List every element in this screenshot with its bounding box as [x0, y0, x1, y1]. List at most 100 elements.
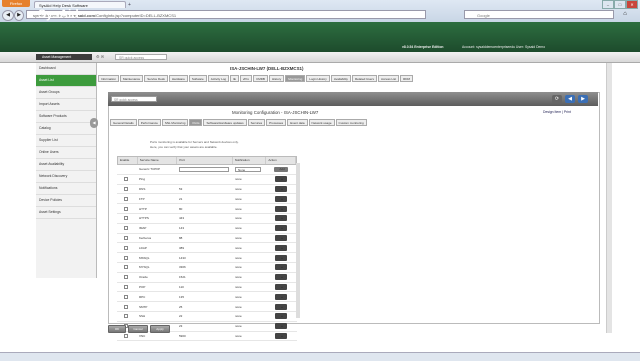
enable-checkbox[interactable] [124, 314, 128, 319]
tab-cmdb[interactable]: CMDB [253, 75, 268, 82]
sidebar-item-software-products[interactable]: Software Products [36, 111, 96, 123]
module-selector[interactable]: Asset Management [36, 54, 92, 60]
sidebar-item-dashboard[interactable]: Dashboard [36, 63, 96, 75]
monitor-tab-software-hardware-updates[interactable]: Software/Hardware updates [203, 119, 247, 126]
home-icon[interactable]: ⌂ [620, 10, 630, 19]
action-icon[interactable]: ▲ [275, 313, 287, 320]
action-icon[interactable]: ▲ [275, 244, 287, 251]
ok-button[interactable]: OK [108, 325, 126, 333]
port-number: 25 [179, 304, 183, 309]
monitor-tab-event-data[interactable]: Event data [287, 119, 308, 126]
tab-hardware[interactable]: Hardware [168, 75, 188, 82]
sidebar-item-online-users[interactable]: Online Users [36, 147, 96, 159]
sidebar-item-asset-groups[interactable]: Asset Groups [36, 87, 96, 99]
action-icon[interactable]: ▲ [275, 215, 287, 222]
tab-monitoring[interactable]: Monitoring [285, 75, 306, 82]
new-tab-button[interactable]: + [128, 2, 134, 8]
action-icon[interactable]: ▲ [275, 205, 287, 212]
enable-checkbox[interactable] [124, 235, 128, 240]
tab-history[interactable]: History [268, 75, 285, 82]
panel-quick-access-input[interactable]: SR quick access [111, 96, 157, 102]
sidebar-item-asset-list[interactable]: Asset List [36, 75, 96, 87]
monitor-tab-services[interactable]: Services [247, 119, 266, 126]
maximize-button[interactable]: □ [614, 0, 626, 9]
action-icon[interactable]: ▲ [275, 254, 287, 261]
monitor-tab-custom-monitoring[interactable]: Custom monitoring [335, 119, 367, 126]
back-icon[interactable]: ◀ [2, 10, 14, 21]
sidebar-item-asset-availability[interactable]: Asset Availability [36, 159, 96, 171]
enable-checkbox[interactable] [124, 177, 128, 182]
action-icon[interactable]: ▲ [275, 185, 287, 192]
custom-notification-select[interactable]: None [235, 166, 261, 172]
monitor-tab-performance[interactable]: Performance [137, 119, 161, 126]
action-icon[interactable]: ▲ [275, 283, 287, 290]
action-icon[interactable]: ▲ [275, 176, 287, 183]
firefox-menu-button[interactable]: Firefox [2, 0, 30, 7]
panel-design-print-links[interactable]: Design Item | Print [543, 110, 571, 114]
tab-rdm[interactable]: RDM [400, 75, 413, 82]
action-icon[interactable]: ▲ [275, 332, 287, 339]
action-icon[interactable]: ▲ [275, 195, 287, 202]
sidebar-item-notifications[interactable]: Notifications [36, 183, 96, 195]
add-port-button[interactable]: Add [274, 166, 288, 172]
quick-access-input[interactable]: SR quick access [115, 54, 167, 60]
enable-checkbox[interactable] [124, 245, 128, 250]
action-icon[interactable]: ▲ [275, 293, 287, 300]
action-icon[interactable]: ▲ [275, 225, 287, 232]
forward-icon[interactable]: ▶ [14, 10, 24, 21]
search-input[interactable]: Google [464, 10, 614, 19]
monitor-tab-ports[interactable]: Ports [189, 119, 203, 126]
sidebar-collapse-icon[interactable]: ◀ [90, 118, 98, 128]
enable-checkbox[interactable] [124, 304, 128, 309]
tab-information[interactable]: Information [98, 75, 120, 82]
apply-button[interactable]: Apply [150, 325, 170, 333]
sidebar-item-device-policies[interactable]: Device Policies [36, 195, 96, 207]
enable-checkbox[interactable] [124, 275, 128, 280]
enable-checkbox[interactable] [124, 333, 128, 338]
action-icon[interactable]: ▲ [275, 274, 287, 281]
enable-checkbox[interactable] [124, 265, 128, 270]
action-icon[interactable]: ▲ [275, 234, 287, 241]
tab-service-desk[interactable]: Service Desk [144, 75, 168, 82]
monitor-tab-snl-monitoring[interactable]: SNL Monitoring [161, 119, 189, 126]
back-arrow-icon[interactable]: ◀ [565, 95, 575, 103]
tab-software[interactable]: Software [188, 75, 207, 82]
tab-activity-log[interactable]: Activity Log [207, 75, 230, 82]
main-scrollbar[interactable] [606, 63, 612, 333]
enable-checkbox[interactable] [124, 255, 128, 260]
enable-checkbox[interactable] [124, 294, 128, 299]
tab-maintenance[interactable]: Maintenance [120, 75, 144, 82]
tab-ie[interactable]: IE [230, 75, 239, 82]
sidebar-item-catalog[interactable]: Catalog [36, 123, 96, 135]
enable-checkbox[interactable] [124, 196, 128, 201]
tab-vpro[interactable]: vPro [239, 75, 253, 82]
enable-checkbox[interactable] [124, 226, 128, 231]
refresh-icon[interactable]: ⟳ [552, 95, 562, 103]
forward-arrow-icon[interactable]: ▶ [578, 95, 588, 103]
sidebar-item-asset-settings[interactable]: Asset Settings [36, 207, 96, 219]
monitor-tab-processes[interactable]: Processes [266, 119, 287, 126]
tab-access-list[interactable]: Access List [377, 75, 400, 82]
cancel-button[interactable]: Cancel [128, 325, 148, 333]
sidebar-item-network-discovery[interactable]: Network Discovery [36, 171, 96, 183]
tab-login-history[interactable]: Login History [306, 75, 330, 82]
url-bar[interactable]: sysaiddemoenterprise.sysaid.com/ConfigIn… [26, 10, 426, 19]
monitor-tab-general-details[interactable]: General Details [110, 119, 137, 126]
toolbar-icons[interactable]: ⚙ ✉ [96, 54, 114, 60]
tab-availability[interactable]: Availability [330, 75, 351, 82]
action-icon[interactable]: ▲ [275, 323, 287, 330]
enable-checkbox[interactable] [124, 284, 128, 289]
custom-port-input[interactable] [179, 166, 229, 172]
enable-checkbox[interactable] [124, 216, 128, 221]
monitor-tab-network-usage[interactable]: Network usage [308, 119, 335, 126]
minimize-button[interactable]: – [602, 0, 614, 9]
table-scrollbar[interactable] [296, 163, 300, 318]
close-window-button[interactable]: ✕ [626, 0, 638, 9]
action-icon[interactable]: ▲ [275, 303, 287, 310]
sidebar-item-supplier-list[interactable]: Supplier List [36, 135, 96, 147]
enable-checkbox[interactable] [124, 206, 128, 211]
enable-checkbox[interactable] [124, 186, 128, 191]
action-icon[interactable]: ▲ [275, 264, 287, 271]
tab-related-users[interactable]: Related Users [351, 75, 377, 82]
sidebar-item-import-assets[interactable]: Import Assets [36, 99, 96, 111]
